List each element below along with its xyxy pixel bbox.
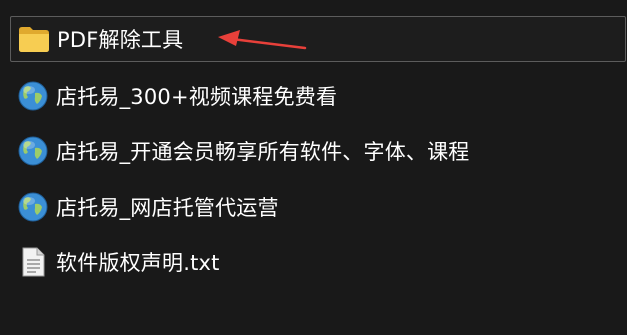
file-name: 软件版权声明.txt bbox=[56, 251, 220, 275]
globe-icon bbox=[16, 190, 50, 224]
file-name: 店托易_300+视频课程免费看 bbox=[56, 85, 338, 109]
shortcut-item-membership[interactable]: 店托易_开通会员畅享所有软件、字体、课程 bbox=[10, 129, 626, 173]
shortcut-item-video-courses[interactable]: 店托易_300+视频课程免费看 bbox=[10, 74, 626, 118]
globe-icon bbox=[16, 79, 50, 113]
file-name: 店托易_开通会员畅享所有软件、字体、课程 bbox=[56, 140, 470, 164]
shortcut-item-store-management[interactable]: 店托易_网店托管代运营 bbox=[10, 185, 626, 229]
file-list: PDF解除工具 店托易_300+视频课程免费看 店托易_开通会员畅享所有软件、字 bbox=[0, 0, 627, 335]
file-name: PDF解除工具 bbox=[57, 28, 184, 52]
globe-icon bbox=[16, 134, 50, 168]
text-file-icon bbox=[16, 245, 50, 279]
file-name: 店托易_网店托管代运营 bbox=[56, 196, 279, 220]
text-file-item-copyright[interactable]: 软件版权声明.txt bbox=[10, 240, 626, 284]
folder-item-pdf-tool[interactable]: PDF解除工具 bbox=[10, 16, 626, 62]
folder-icon bbox=[17, 22, 51, 56]
